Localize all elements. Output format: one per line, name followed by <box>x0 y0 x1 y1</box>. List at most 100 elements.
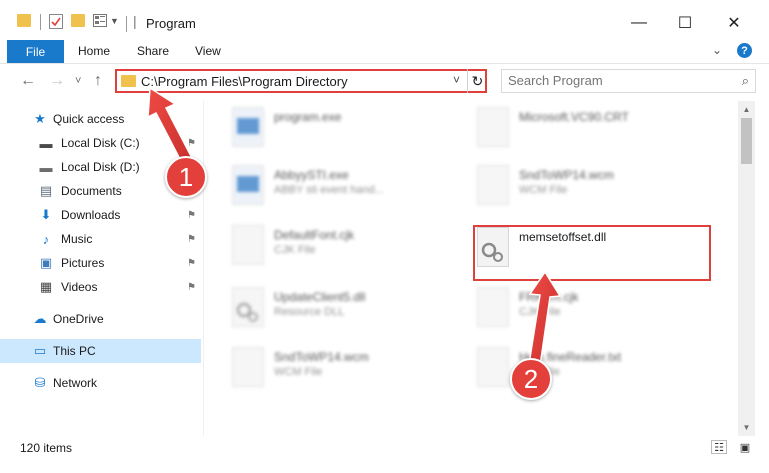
sidebar-item-this-pc[interactable]: ▭ This PC <box>0 339 201 363</box>
file-item[interactable]: FRKorn.cjk CJK File <box>475 285 725 331</box>
drive-icon: ▬ <box>39 159 53 175</box>
minimize-button[interactable]: — <box>616 8 662 38</box>
file-item[interactable]: DefaultFont.cjk CJK File <box>230 223 480 269</box>
exe-file-icon <box>232 107 264 147</box>
forward-icon[interactable]: → <box>49 72 65 90</box>
maximize-button[interactable]: ☐ <box>662 8 708 38</box>
sidebar-item-label: This PC <box>53 344 96 358</box>
sidebar-item-label: Music <box>61 232 93 246</box>
address-path[interactable]: C:\Program Files\Program Directory <box>141 74 348 89</box>
item-count: 120 items <box>20 441 73 455</box>
pictures-icon: ▣ <box>39 255 53 270</box>
file-item[interactable]: SndToWP14.wcm WCM File <box>475 163 725 209</box>
file-item[interactable]: SndToWP14.wcm WCM File <box>230 345 480 391</box>
search-box[interactable]: ⌕ <box>501 69 756 93</box>
address-bar[interactable]: C:\Program Files\Program Directory ˅ ↻ <box>115 69 487 93</box>
sidebar-item-network[interactable]: ⛁ Network <box>0 371 201 395</box>
pin-icon[interactable]: ⚑ <box>187 234 196 245</box>
ribbon: File Home Share View ⌄ ? <box>0 40 769 63</box>
file-icon <box>232 225 264 265</box>
file-icon <box>477 347 509 387</box>
sidebar-item-label: Quick access <box>53 112 125 126</box>
file-icon <box>232 347 264 387</box>
toolbar-separator <box>40 14 41 30</box>
file-item[interactable]: program.exe <box>230 105 480 151</box>
folder-icon <box>121 75 136 87</box>
scroll-down-icon[interactable]: ▼ <box>738 419 755 436</box>
status-bar: 120 items ☷ ▣ <box>0 436 769 473</box>
pin-icon[interactable]: ⚑ <box>187 282 196 293</box>
chevron-down-icon[interactable]: ⌄ <box>712 43 722 57</box>
properties-icon[interactable] <box>49 14 63 29</box>
search-input[interactable] <box>508 73 728 88</box>
customize-toolbar-icon[interactable] <box>93 14 107 27</box>
file-type: ABBY sti event hand... <box>274 184 384 196</box>
help-icon[interactable]: ? <box>737 43 752 58</box>
sidebar-item-pictures[interactable]: ▣ Pictures ⚑ <box>0 251 201 275</box>
file-name: FRKorn.cjk <box>519 290 579 304</box>
sidebar-item-label: Local Disk (D:) <box>61 160 140 174</box>
tab-home[interactable]: Home <box>78 44 110 58</box>
sidebar-item-downloads[interactable]: ⬇ Downloads ⚑ <box>0 203 201 227</box>
tab-share[interactable]: Share <box>137 44 169 58</box>
recent-locations-icon[interactable]: ˅ <box>75 75 81 87</box>
pin-icon[interactable]: ⚑ <box>187 138 196 149</box>
toolbar-separator <box>126 16 127 32</box>
star-icon: ★ <box>34 111 46 126</box>
sidebar-item-label: Downloads <box>61 208 121 222</box>
sidebar-item-label: Local Disk (C:) <box>61 136 140 150</box>
folder-icon[interactable] <box>17 14 31 27</box>
sidebar-item-quick-access[interactable]: ★ Quick access <box>0 107 201 131</box>
navigation-bar: ← → ˅ ↑ C:\Program Files\Program Directo… <box>0 63 769 101</box>
music-icon: ♪ <box>42 231 50 247</box>
vertical-scrollbar[interactable]: ▲ ▼ <box>738 101 755 436</box>
computer-icon: ▭ <box>33 343 47 358</box>
chevron-down-icon[interactable]: ▼ <box>110 16 119 26</box>
pin-icon[interactable]: ⚑ <box>187 258 196 269</box>
close-button[interactable]: ✕ <box>711 8 757 38</box>
back-icon[interactable]: ← <box>20 72 36 90</box>
file-name: AbbyySTI.exe <box>274 168 349 182</box>
file-name: SndToWP14.wcm <box>274 350 369 364</box>
new-folder-icon[interactable] <box>71 14 85 27</box>
refresh-button[interactable]: ↻ <box>467 69 487 93</box>
up-icon[interactable]: ↑ <box>94 72 102 90</box>
scrollbar-thumb[interactable] <box>741 118 752 164</box>
tab-file[interactable]: File <box>7 40 64 63</box>
file-type: CJK File <box>274 244 316 256</box>
file-name: SndToWP14.wcm <box>519 168 614 182</box>
downloads-icon: ⬇ <box>40 207 52 222</box>
sidebar-item-local-disk-c[interactable]: ▬ Local Disk (C:) ⚑ <box>0 131 201 155</box>
file-type: CJK File <box>519 306 561 318</box>
sidebar-item-onedrive[interactable]: ☁ OneDrive <box>0 307 201 331</box>
file-item[interactable]: UpdateClient5.dll Resource DLL <box>230 285 480 331</box>
file-type: Resource DLL <box>274 306 345 318</box>
sidebar-item-label: Pictures <box>61 256 105 270</box>
large-icons-view-icon[interactable]: ▣ <box>737 440 753 454</box>
search-icon: ⌕ <box>741 73 749 88</box>
file-type: WCM File <box>519 184 568 196</box>
dll-file-icon <box>232 287 264 327</box>
videos-icon: ▦ <box>39 279 53 294</box>
step-badge-2: 2 <box>510 358 552 400</box>
sidebar-item-label: Documents <box>61 184 122 198</box>
file-name: UpdateClient5.dll <box>274 290 366 304</box>
chevron-down-icon[interactable]: ˅ <box>453 73 460 87</box>
network-icon: ⛁ <box>34 375 46 390</box>
cloud-icon: ☁ <box>33 311 47 326</box>
sidebar-item-music[interactable]: ♪ Music ⚑ <box>0 227 201 251</box>
file-item[interactable]: Microsoft.VC90.CRT <box>475 105 725 151</box>
close-icon: ✕ <box>727 15 741 32</box>
scroll-up-icon[interactable]: ▲ <box>738 101 755 118</box>
window-title: Program <box>146 16 196 31</box>
file-item[interactable]: AbbyySTI.exe ABBY sti event hand... <box>230 163 480 209</box>
pane-divider[interactable] <box>203 101 204 436</box>
drive-icon: ▬ <box>39 135 53 151</box>
tab-view[interactable]: View <box>195 44 221 58</box>
pin-icon[interactable]: ⚑ <box>187 210 196 221</box>
details-view-icon[interactable]: ☷ <box>711 440 727 454</box>
title-bar: ▼ | Program — ☐ ✕ <box>0 0 769 40</box>
minimize-icon: — <box>631 14 647 31</box>
file-icon <box>477 165 509 205</box>
sidebar-item-videos[interactable]: ▦ Videos ⚑ <box>0 275 201 299</box>
